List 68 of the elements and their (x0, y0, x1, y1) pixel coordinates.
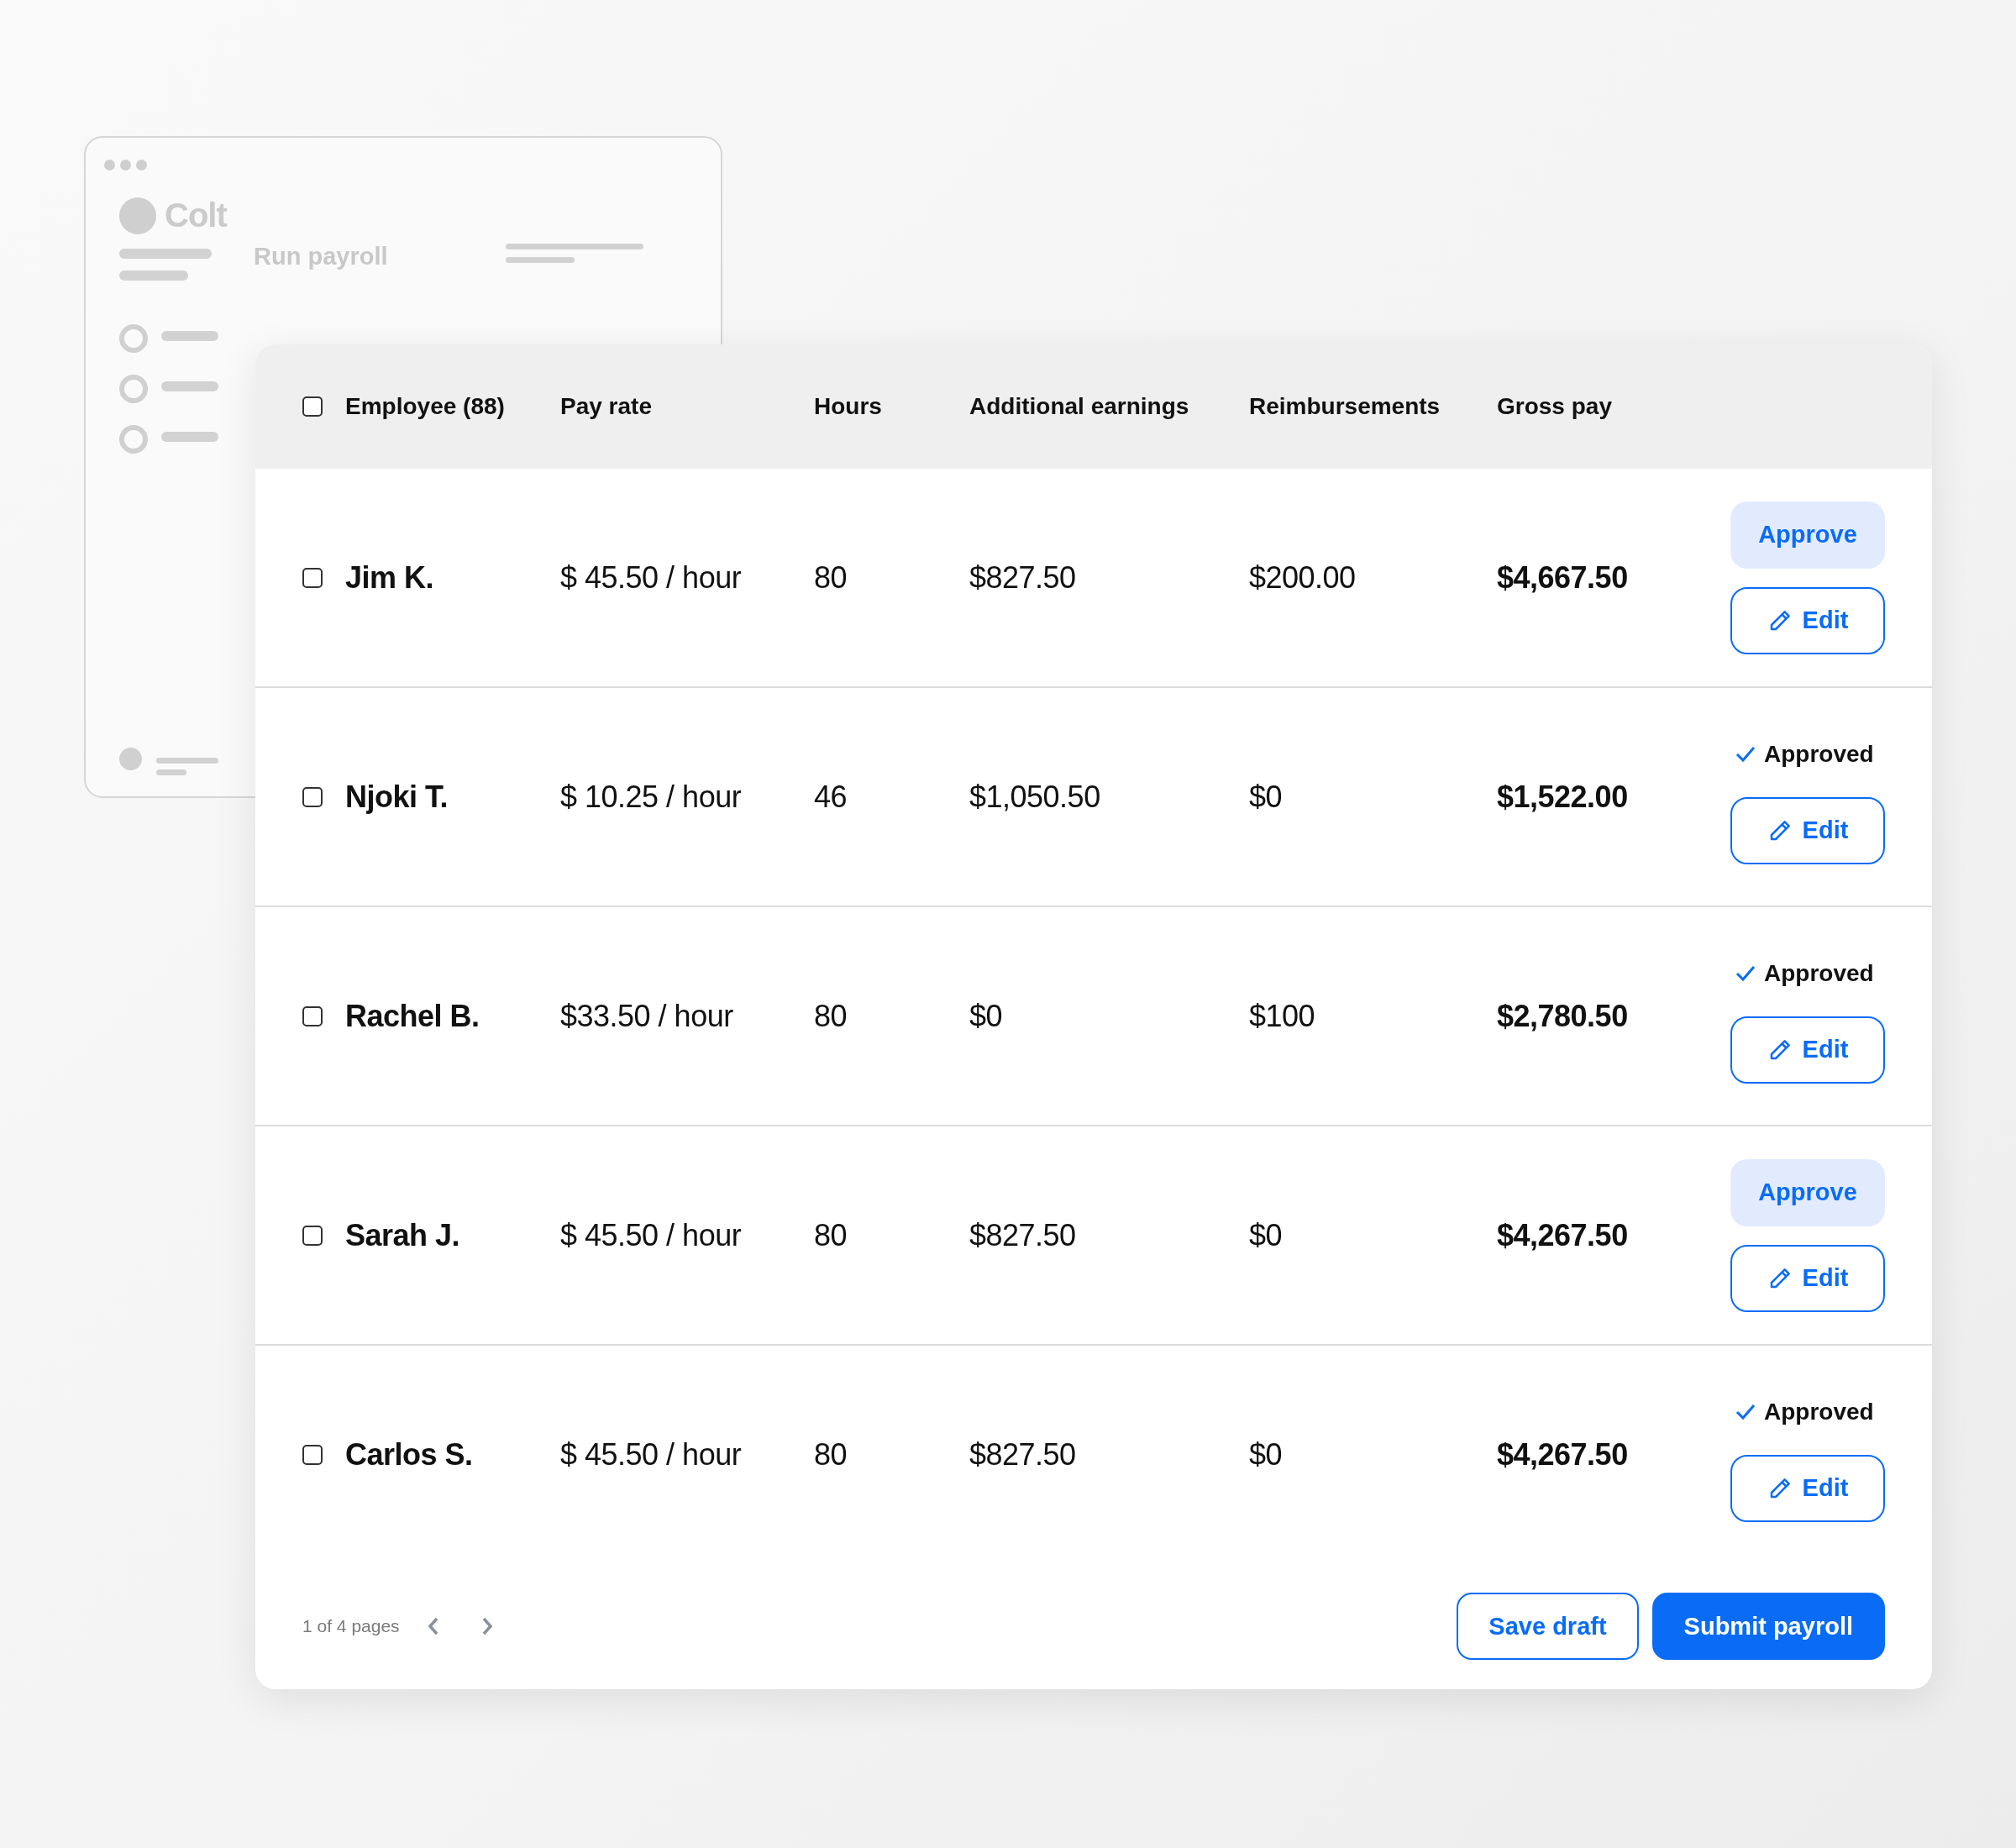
placeholder-bar (156, 769, 186, 775)
gross-pay: $4,667.50 (1497, 559, 1629, 596)
additional-earnings: $1,050.50 (969, 779, 1101, 815)
employee-name: Njoki T. (345, 779, 449, 815)
hours: 46 (814, 779, 848, 815)
checkbox[interactable] (302, 1005, 323, 1026)
checkmark-icon (1735, 745, 1756, 763)
placeholder-bar (161, 331, 218, 341)
hours: 80 (814, 1436, 848, 1473)
edit-button[interactable]: Edit (1730, 586, 1885, 654)
reimbursements: $200.00 (1249, 559, 1357, 596)
hours: 80 (814, 559, 848, 596)
checkmark-icon (1735, 1403, 1756, 1420)
window-dots-icon (104, 160, 147, 171)
approved-status: Approved (1764, 1398, 1874, 1425)
checkbox[interactable] (302, 1444, 323, 1465)
submit-button[interactable]: Submit payroll (1651, 1593, 1885, 1660)
checkbox[interactable] (302, 567, 323, 588)
column-header: Reimbursements (1249, 393, 1441, 420)
gross-pay: $4,267.50 (1497, 1436, 1629, 1473)
employee-name: Carlos S. (345, 1436, 474, 1473)
placeholder-bar (161, 432, 218, 442)
gross-pay: $4,267.50 (1497, 1217, 1629, 1253)
approved-status: Approved (1764, 959, 1874, 987)
additional-earnings: $827.50 (969, 1436, 1077, 1473)
edit-button[interactable]: Edit (1730, 1454, 1885, 1522)
hours: 80 (814, 998, 848, 1034)
avatar-placeholder-icon (119, 748, 142, 770)
additional-earnings: $827.50 (969, 1217, 1077, 1253)
employee-name: Jim K. (345, 559, 435, 596)
pay-rate: $ 45.50 / hour (560, 1217, 743, 1253)
pay-rate: $33.50 / hour (560, 998, 734, 1034)
page-info: 1 of 4 pages (302, 1616, 400, 1636)
edit-button[interactable]: Edit (1730, 1016, 1885, 1084)
pay-rate: $ 45.50 / hour (560, 1436, 743, 1473)
column-header: Gross pay (1497, 393, 1613, 420)
pay-rate: $ 10.25 / hour (560, 779, 743, 815)
column-header: Additional earnings (969, 393, 1190, 420)
gross-pay: $2,780.50 (1497, 998, 1629, 1034)
placeholder-bar (161, 381, 218, 391)
logo-circle-icon (119, 197, 156, 234)
edit-button[interactable]: Edit (1730, 1244, 1885, 1312)
additional-earnings: $827.50 (969, 559, 1077, 596)
column-header: Pay rate (560, 393, 653, 420)
checkbox[interactable] (302, 396, 323, 417)
approve-button[interactable]: Approve (1730, 1158, 1885, 1226)
checkbox[interactable] (302, 1225, 323, 1246)
approve-button[interactable]: Approve (1730, 501, 1885, 569)
gross-pay: $1,522.00 (1497, 779, 1629, 815)
save-button[interactable]: Save draft (1457, 1593, 1639, 1660)
reimbursements: $0 (1249, 1217, 1284, 1253)
radio-placeholder-icon (119, 324, 148, 353)
radio-placeholder-icon (119, 425, 148, 454)
reimbursements: $100 (1249, 998, 1316, 1034)
reimbursements: $0 (1249, 1436, 1284, 1473)
checkmark-icon (1735, 964, 1756, 982)
additional-earnings: $0 (969, 998, 1004, 1034)
column-header: Hours (814, 393, 883, 420)
pay-rate: $ 45.50 / hour (560, 559, 743, 596)
approved-status: Approved (1764, 740, 1874, 768)
employee-name: Sarah J. (345, 1217, 461, 1253)
hours: 80 (814, 1217, 848, 1253)
radio-placeholder-icon (119, 375, 148, 403)
column-header: Employee (88) (345, 393, 506, 420)
edit-button[interactable]: Edit (1730, 796, 1885, 864)
checkbox[interactable] (302, 786, 323, 807)
employee-name: Rachel B. (345, 998, 480, 1034)
reimbursements: $0 (1249, 779, 1284, 815)
